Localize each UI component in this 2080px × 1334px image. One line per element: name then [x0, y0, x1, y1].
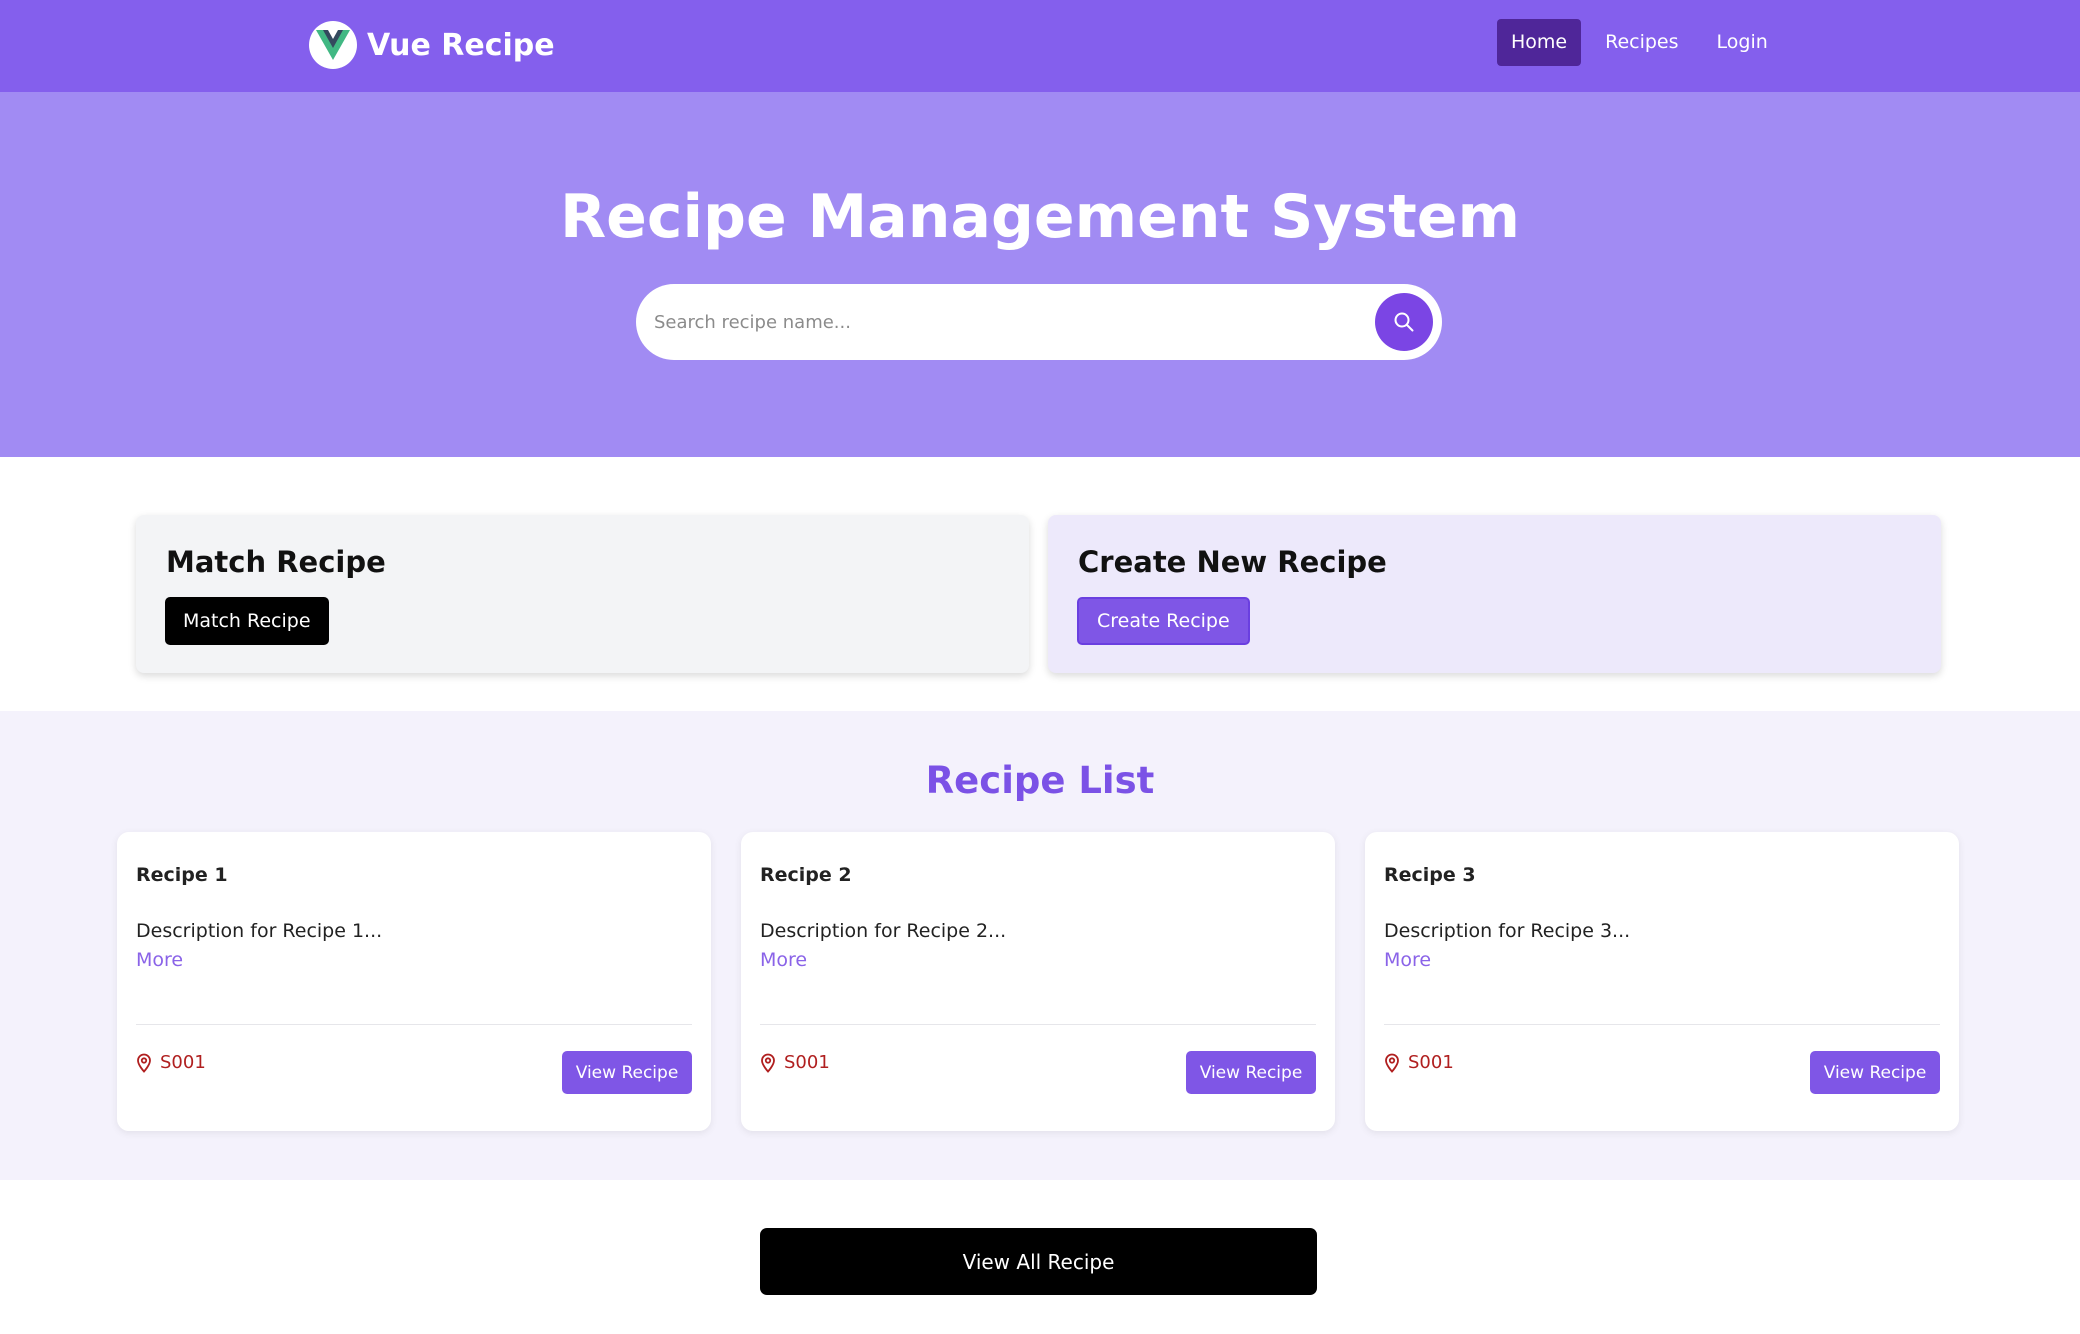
recipe-description: Description for Recipe 2...	[760, 920, 1007, 942]
divider	[760, 1024, 1316, 1025]
divider	[1384, 1024, 1940, 1025]
navbar: Vue Recipe Home Recipes Login	[0, 0, 2080, 92]
location-code: S001	[160, 1052, 206, 1073]
recipe-location: S001	[1384, 1052, 1454, 1073]
create-recipe-button[interactable]: Create Recipe	[1077, 597, 1250, 645]
recipe-location: S001	[136, 1052, 206, 1073]
recipe-title: Recipe 3	[1384, 864, 1476, 886]
hero-section: Recipe Management System	[0, 92, 2080, 457]
recipe-card: Recipe 2 Description for Recipe 2... Mor…	[741, 832, 1335, 1131]
search-button[interactable]	[1375, 293, 1433, 351]
nav-recipes[interactable]: Recipes	[1591, 19, 1692, 66]
match-recipe-button[interactable]: Match Recipe	[165, 597, 329, 645]
nav-home[interactable]: Home	[1497, 19, 1582, 66]
view-recipe-button[interactable]: View Recipe	[1810, 1051, 1940, 1094]
page-title: Recipe Management System	[559, 182, 1521, 252]
brand-name: Vue Recipe	[367, 27, 555, 63]
match-recipe-title: Match Recipe	[166, 545, 386, 579]
location-pin-icon	[136, 1053, 152, 1073]
view-recipe-button[interactable]: View Recipe	[562, 1051, 692, 1094]
more-link[interactable]: More	[136, 949, 183, 971]
search-icon	[1394, 312, 1414, 332]
recipe-title: Recipe 2	[760, 864, 852, 886]
recipe-description: Description for Recipe 3...	[1384, 920, 1631, 942]
recipe-list-section: Recipe List Recipe 1 Description for Rec…	[0, 711, 2080, 1180]
recipe-card: Recipe 3 Description for Recipe 3... Mor…	[1365, 832, 1959, 1131]
recipe-card: Recipe 1 Description for Recipe 1... Mor…	[117, 832, 711, 1131]
match-recipe-card: Match Recipe Match Recipe	[136, 515, 1029, 673]
location-code: S001	[1408, 1052, 1454, 1073]
location-pin-icon	[1384, 1053, 1400, 1073]
divider	[136, 1024, 692, 1025]
search-box	[636, 284, 1442, 360]
recipe-location: S001	[760, 1052, 830, 1073]
vue-logo-icon	[309, 21, 357, 69]
nav-links: Home Recipes Login	[1497, 19, 1792, 66]
search-input[interactable]	[654, 302, 1334, 342]
recipe-title: Recipe 1	[136, 864, 228, 886]
more-link[interactable]: More	[760, 949, 807, 971]
recipe-description: Description for Recipe 1...	[136, 920, 383, 942]
brand[interactable]: Vue Recipe	[309, 18, 555, 72]
view-all-recipe-button[interactable]: View All Recipe	[760, 1228, 1317, 1295]
create-recipe-card: Create New Recipe Create Recipe	[1048, 515, 1941, 673]
create-recipe-title: Create New Recipe	[1078, 545, 1387, 579]
recipe-list-heading: Recipe List	[925, 759, 1155, 802]
nav-login[interactable]: Login	[1703, 19, 1782, 66]
more-link[interactable]: More	[1384, 949, 1431, 971]
location-code: S001	[784, 1052, 830, 1073]
location-pin-icon	[760, 1053, 776, 1073]
view-recipe-button[interactable]: View Recipe	[1186, 1051, 1316, 1094]
